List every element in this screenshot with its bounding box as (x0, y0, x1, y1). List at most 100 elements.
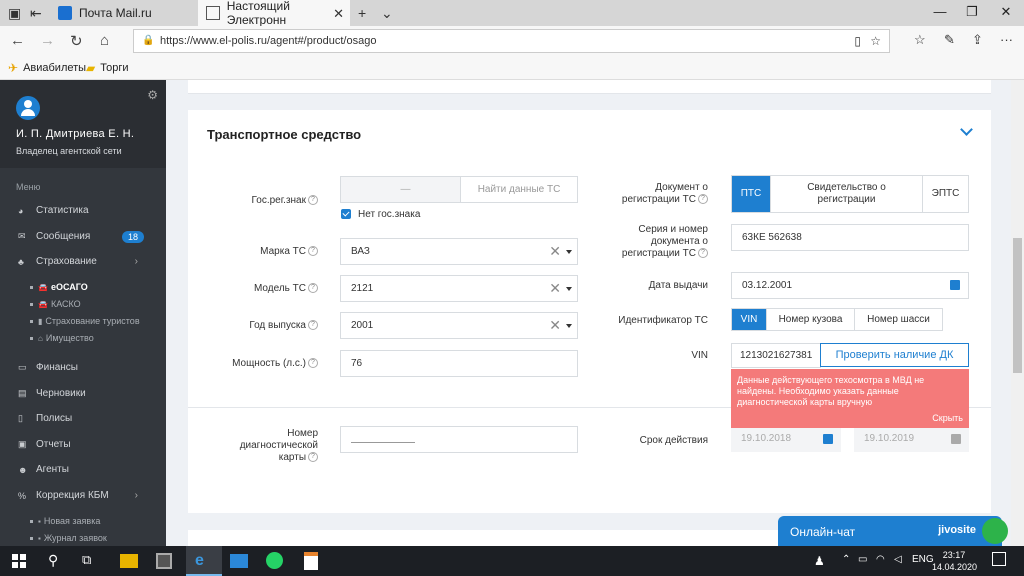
gear-icon[interactable]: ⚙ (147, 88, 158, 102)
power-input[interactable]: 76 (340, 350, 578, 377)
doc-series-input[interactable]: 63КЕ 562638 (731, 224, 969, 251)
sidebar-item-reports[interactable]: ▣ Отчеты (18, 439, 158, 450)
network-icon[interactable]: ▭ (858, 554, 867, 565)
no-plate-checkbox[interactable] (341, 209, 351, 219)
sidebar-sub-eosago[interactable]: 🚘 еОСАГО (30, 282, 88, 292)
document-app-icon[interactable] (304, 552, 318, 570)
tab-el-polis[interactable]: Настоящий Электронн ✕ (198, 0, 350, 27)
url-input[interactable]: 🔒 https://www.el-polis.ru/agent#/product… (133, 29, 890, 53)
file-explorer-icon[interactable] (120, 554, 138, 568)
sidebar-sub-kasko[interactable]: 🚘 КАСКО (30, 299, 81, 309)
reading-view-icon[interactable]: ▯ (854, 30, 861, 52)
sidebar-item-insurance[interactable]: ♣ Страхование › (18, 256, 158, 267)
check-dk-button[interactable]: Проверить наличие ДК (820, 343, 969, 367)
windows-start-icon[interactable] (12, 554, 26, 568)
brand-select[interactable]: ВАЗ ✕ (340, 238, 578, 265)
sidebar-item-policies[interactable]: ▯ Полисы (18, 413, 158, 424)
home-icon[interactable]: ⌂ (100, 32, 109, 49)
minimize-icon[interactable]: — (930, 4, 950, 19)
validity-to-input[interactable]: 19.10.2019 (854, 428, 969, 452)
calendar-icon[interactable] (951, 434, 961, 444)
volume-icon[interactable]: ◁ (894, 554, 902, 565)
clear-icon[interactable]: ✕ (549, 239, 561, 264)
back-icon[interactable]: ← (10, 32, 25, 49)
sidebar-sub-property[interactable]: ⌂ Имущество (30, 333, 94, 343)
scroll-thumb[interactable] (1013, 238, 1022, 373)
sidebar-item-finance[interactable]: ▭ Финансы (18, 362, 158, 373)
year-select[interactable]: 2001 ✕ (340, 312, 578, 339)
set-aside-tabs-icon[interactable]: ⇤ (30, 5, 42, 22)
doc-option-epts[interactable]: ЭПТС (923, 176, 968, 212)
calendar-icon[interactable] (823, 434, 833, 444)
online-chat-widget[interactable]: Онлайн-чат jivosite (778, 516, 1008, 548)
sidebar-sub-new-request[interactable]: ▪ Новая заявка (30, 516, 100, 526)
notes-icon[interactable]: ✎ (944, 32, 955, 48)
mail-app-icon[interactable] (230, 554, 248, 568)
tab-mail[interactable]: Почта Mail.ru (52, 0, 196, 26)
sidebar-sub-travel[interactable]: ▮ Страхование туристов (30, 316, 140, 326)
diag-card-input[interactable] (340, 426, 578, 453)
id-option-vin[interactable]: VIN (732, 309, 767, 330)
help-icon[interactable]: ? (698, 194, 708, 205)
validity-from-input[interactable]: 19.10.2018 (731, 428, 841, 452)
more-icon[interactable]: ··· (1000, 32, 1013, 47)
help-icon[interactable]: ? (308, 452, 318, 463)
bookmark-torgi[interactable]: ▰ Торги (86, 61, 129, 75)
close-window-icon[interactable]: ✕ (996, 4, 1016, 20)
alert-text: Данные действующего техосмотра в МВД не … (737, 375, 925, 407)
id-option-body[interactable]: Номер кузова (767, 309, 855, 330)
doc-option-certificate[interactable]: Свидетельство о регистрации (771, 176, 923, 212)
language-indicator[interactable]: ENG (912, 554, 934, 565)
reg-plate-input[interactable]: — (340, 176, 460, 203)
forward-icon[interactable]: → (40, 32, 55, 49)
tab-actions-icon[interactable]: ▣ (8, 5, 21, 22)
chevron-down-icon[interactable] (959, 124, 975, 140)
share-icon[interactable]: ⇪ (972, 32, 983, 48)
help-icon[interactable]: ? (308, 320, 318, 331)
favorite-star-icon[interactable]: ☆ (870, 30, 881, 52)
help-icon[interactable]: ? (698, 248, 708, 259)
sidebar-item-agents[interactable]: ☻ Агенты (18, 464, 158, 475)
chevron-right-icon: › (134, 490, 138, 501)
new-tab-icon[interactable]: + (358, 5, 366, 21)
refresh-icon[interactable]: ↻ (70, 32, 83, 50)
help-icon[interactable]: ? (308, 195, 318, 206)
doc-option-pts[interactable]: ПТС (732, 176, 771, 212)
calendar-icon[interactable] (950, 280, 960, 290)
tab-preview-icon[interactable]: ⌄ (381, 5, 393, 22)
sidebar-item-kbm[interactable]: % Коррекция КБМ › (18, 490, 158, 501)
model-select[interactable]: 2121 ✕ (340, 275, 578, 302)
bookmark-aviabilety[interactable]: ✈ Авиабилеты (8, 61, 86, 75)
notifications-icon[interactable] (992, 552, 1006, 566)
vin-input[interactable]: 1213021627381 (731, 343, 821, 368)
close-tab-icon[interactable]: ✕ (333, 6, 344, 22)
find-vehicle-button[interactable]: Найти данные ТС (460, 176, 578, 203)
clock-date: 14.04.2020 (932, 562, 978, 572)
clock[interactable]: 23:17 14.04.2020 (932, 549, 978, 573)
help-icon[interactable]: ? (308, 358, 318, 369)
id-option-chassis[interactable]: Номер шасси (855, 309, 942, 330)
store-icon[interactable] (156, 553, 172, 569)
clear-icon[interactable]: ✕ (549, 276, 561, 301)
restore-icon[interactable]: ❐ (962, 4, 982, 20)
sidebar-item-messages[interactable]: ✉ Сообщения 18 (18, 231, 158, 243)
people-icon[interactable]: ♟ (814, 554, 825, 568)
sidebar-sub-journal[interactable]: ▪ Журнал заявок (30, 533, 107, 543)
alert-hide-link[interactable]: Скрыть (932, 413, 963, 424)
sidebar-item-statistics[interactable]: ◕ Статистика (18, 205, 158, 216)
help-icon[interactable]: ? (308, 246, 318, 257)
help-icon[interactable]: ? (308, 283, 318, 294)
browser-tab-bar: ▣ ⇤ Почта Mail.ru Настоящий Электронн ✕ … (0, 0, 1024, 27)
sidebar-item-drafts[interactable]: ▤ Черновики (18, 388, 158, 399)
chevron-up-icon[interactable]: ⌃ (842, 554, 850, 565)
clear-icon[interactable]: ✕ (549, 313, 561, 338)
issue-date-input[interactable]: 03.12.2001 (731, 272, 969, 299)
whatsapp-icon[interactable] (266, 552, 283, 569)
wifi-icon[interactable]: ◠ (876, 554, 885, 565)
page-scrollbar[interactable] (1011, 80, 1024, 546)
avatar[interactable] (16, 96, 40, 120)
search-icon[interactable]: ⚲ (48, 552, 68, 570)
edge-taskbar-active[interactable]: e (186, 546, 222, 576)
favorites-icon[interactable]: ☆ (914, 32, 926, 48)
task-view-icon[interactable]: ⧉ (82, 552, 102, 570)
